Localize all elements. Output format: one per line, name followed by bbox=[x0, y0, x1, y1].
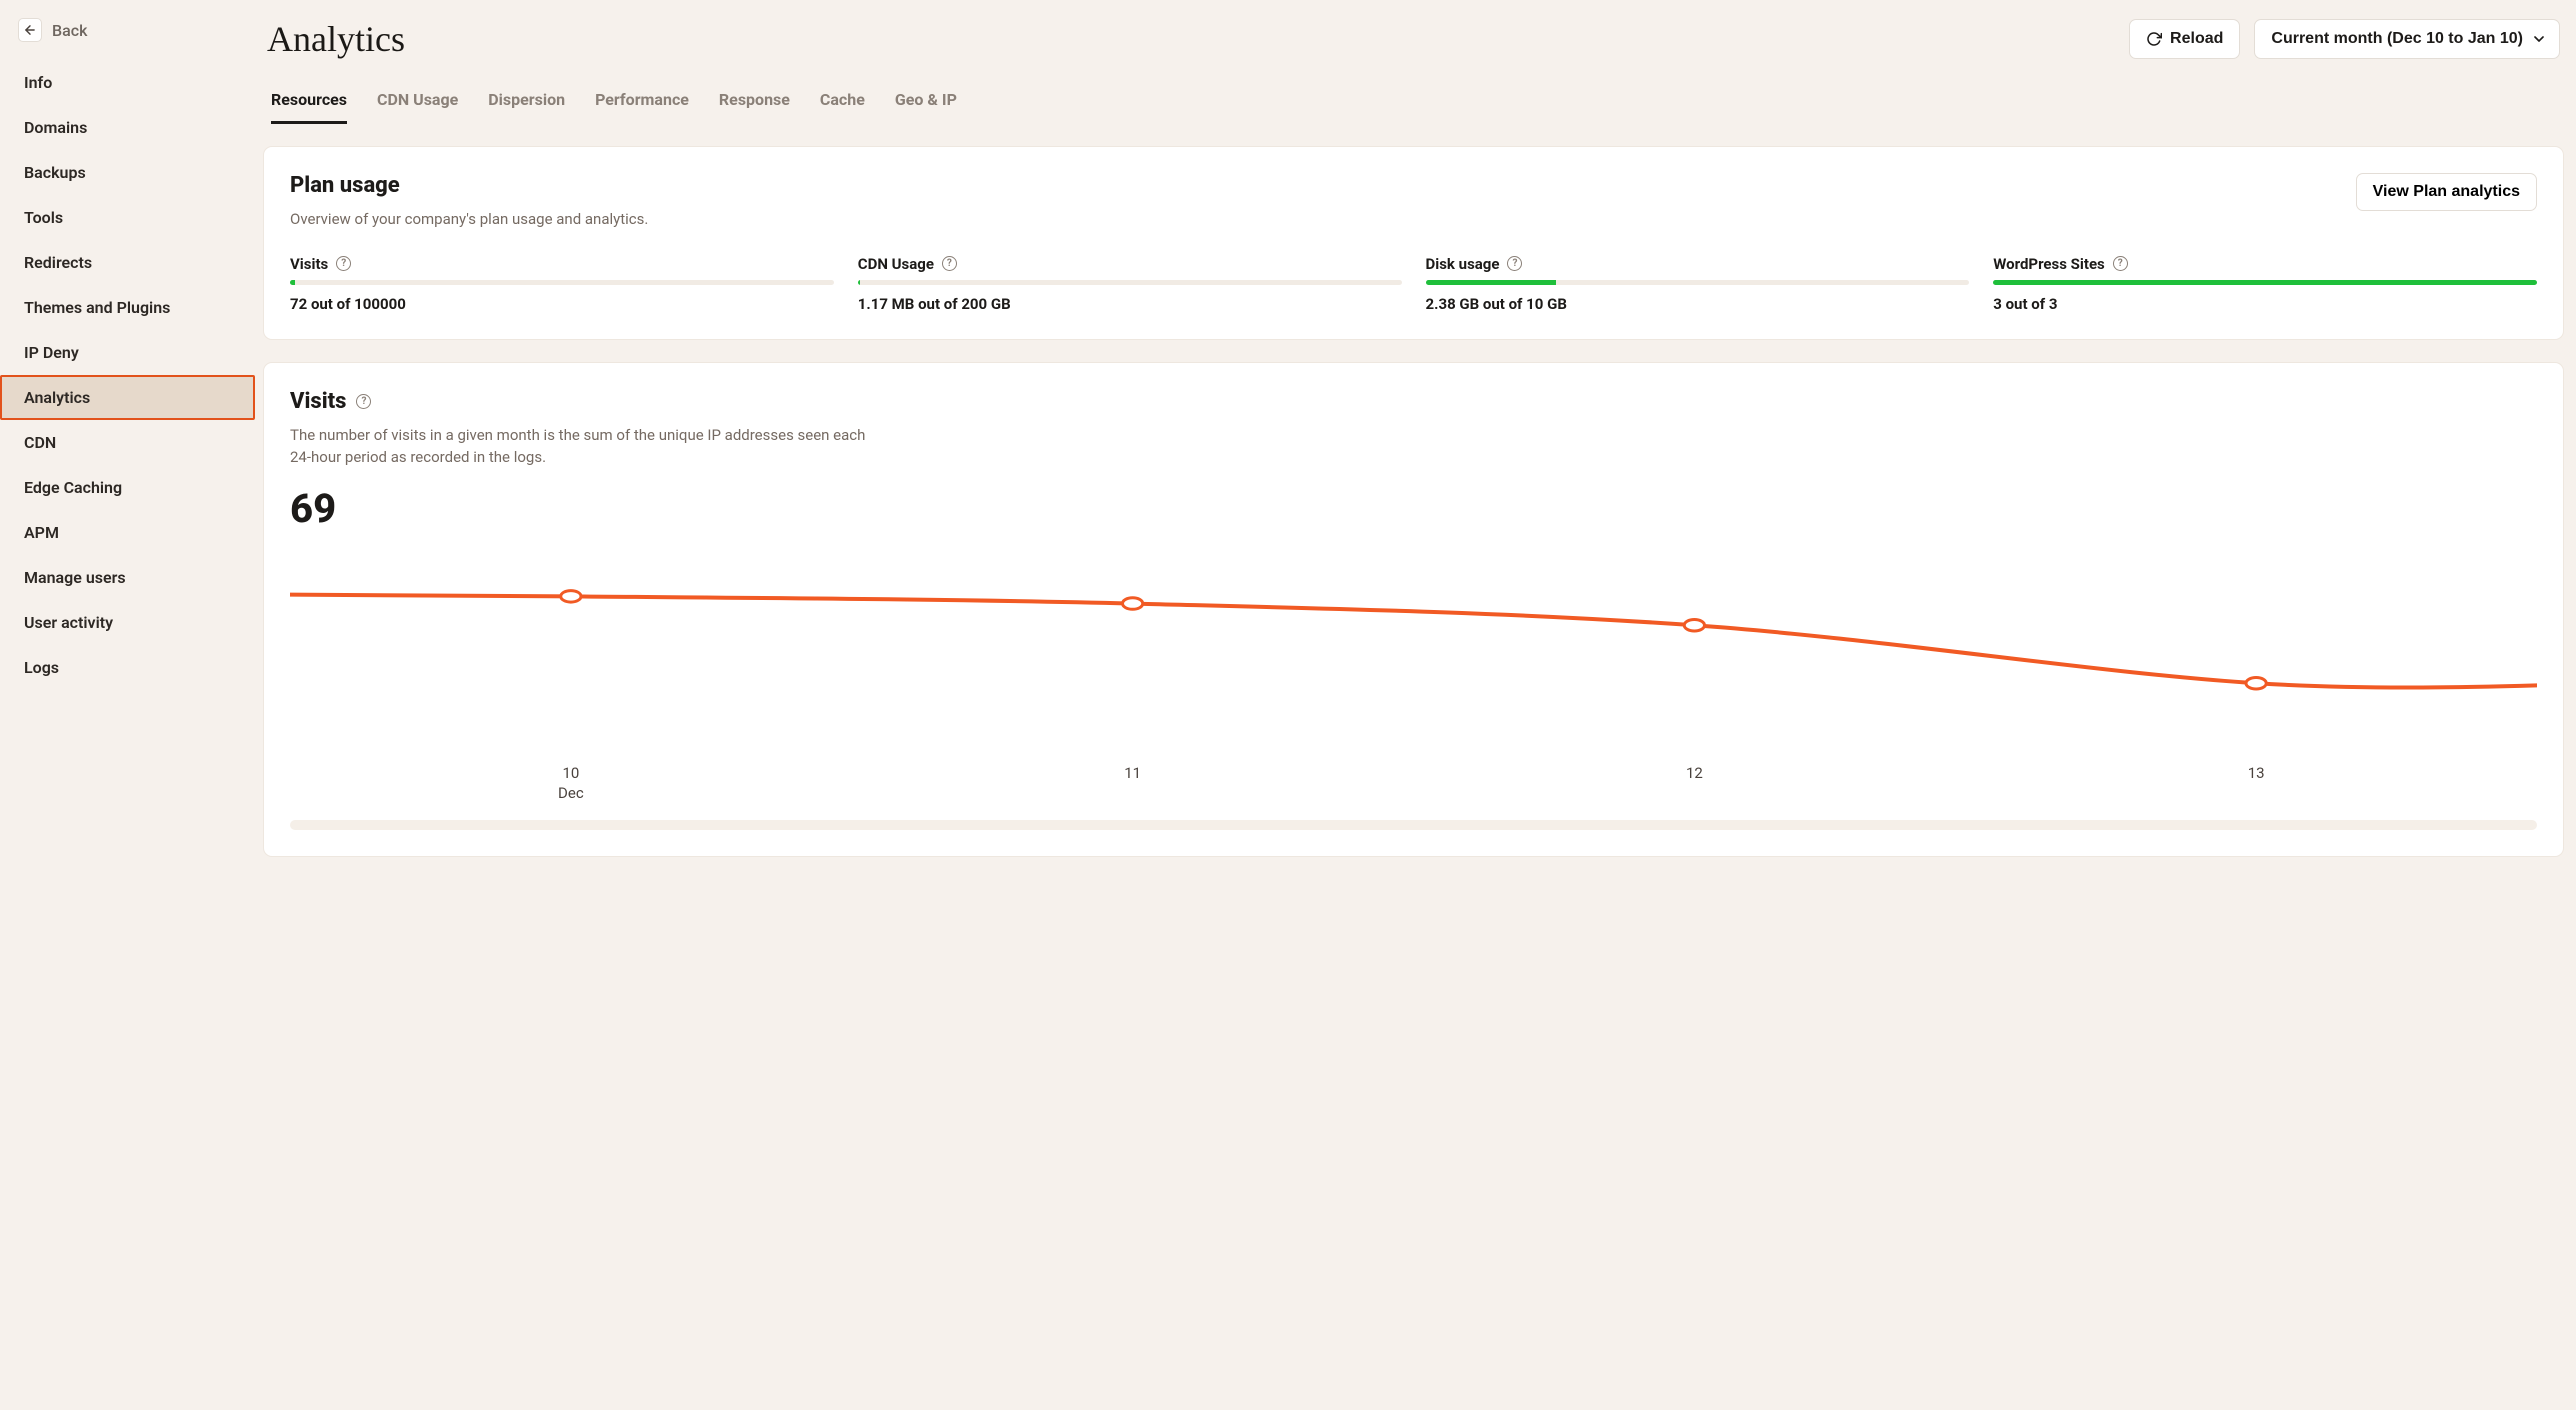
sidebar-item-info[interactable]: Info bbox=[0, 60, 255, 105]
metric-value: 3 out of 3 bbox=[1993, 295, 2537, 313]
main: Analytics Reload Current month (Dec 10 t… bbox=[255, 0, 2576, 1410]
axis-tick: 11 bbox=[852, 764, 1414, 802]
metric-visits: Visits? 72 out of 100000 bbox=[290, 255, 834, 313]
metric-label: WordPress Sites bbox=[1993, 255, 2105, 273]
plan-usage-card: Plan usage Overview of your company's pl… bbox=[263, 146, 2564, 340]
metric-bar bbox=[290, 280, 834, 285]
sidebar-item-domains[interactable]: Domains bbox=[0, 105, 255, 150]
sidebar-item-logs[interactable]: Logs bbox=[0, 645, 255, 690]
plan-usage-subtitle: Overview of your company's plan usage an… bbox=[290, 208, 648, 231]
tab-performance[interactable]: Performance bbox=[595, 90, 689, 124]
period-label: Current month (Dec 10 to Jan 10) bbox=[2271, 30, 2523, 48]
metric-label: CDN Usage bbox=[858, 255, 934, 273]
tab-response[interactable]: Response bbox=[719, 90, 790, 124]
sidebar-item-redirects[interactable]: Redirects bbox=[0, 240, 255, 285]
sidebar-item-edge-caching[interactable]: Edge Caching bbox=[0, 465, 255, 510]
visits-total: 69 bbox=[290, 485, 2537, 532]
axis-tick: 10Dec bbox=[290, 764, 852, 802]
tab-cdn-usage[interactable]: CDN Usage bbox=[377, 90, 458, 124]
back-label: Back bbox=[52, 21, 87, 40]
metric-value: 2.38 GB out of 10 GB bbox=[1426, 295, 1970, 313]
metric-bar bbox=[858, 280, 1402, 285]
nav-list: InfoDomainsBackupsToolsRedirectsThemes a… bbox=[0, 60, 255, 690]
metric-cdn-usage: CDN Usage? 1.17 MB out of 200 GB bbox=[858, 255, 1402, 313]
reload-label: Reload bbox=[2170, 30, 2223, 48]
help-icon[interactable]: ? bbox=[356, 394, 371, 409]
chart-axis: 10Dec111213 bbox=[290, 764, 2537, 802]
metric-bar bbox=[1426, 280, 1970, 285]
metric-label: Visits bbox=[290, 255, 328, 273]
help-icon[interactable]: ? bbox=[1507, 256, 1522, 271]
help-icon[interactable]: ? bbox=[336, 256, 351, 271]
metrics-row: Visits? 72 out of 100000 CDN Usage? 1.17 MB… bbox=[290, 255, 2537, 313]
visits-chart: 10Dec111213 bbox=[290, 532, 2537, 802]
chevron-down-icon bbox=[2531, 31, 2547, 47]
plan-usage-title: Plan usage bbox=[290, 173, 648, 198]
tabs: Resources CDN Usage Dispersion Performance R… bbox=[263, 68, 2564, 124]
tab-geo-ip[interactable]: Geo & IP bbox=[895, 90, 957, 124]
sidebar-item-cdn[interactable]: CDN bbox=[0, 420, 255, 465]
axis-tick: 13 bbox=[1975, 764, 2537, 802]
metric-disk-usage: Disk usage? 2.38 GB out of 10 GB bbox=[1426, 255, 1970, 313]
page-title: Analytics bbox=[267, 18, 405, 60]
chart-scroll-track[interactable] bbox=[290, 820, 2537, 830]
visits-title: Visits bbox=[290, 389, 346, 414]
axis-tick: 12 bbox=[1414, 764, 1976, 802]
help-icon[interactable]: ? bbox=[942, 256, 957, 271]
period-dropdown[interactable]: Current month (Dec 10 to Jan 10) bbox=[2254, 19, 2560, 59]
help-icon[interactable]: ? bbox=[2113, 256, 2128, 271]
sidebar-item-manage-users[interactable]: Manage users bbox=[0, 555, 255, 600]
sidebar-item-tools[interactable]: Tools bbox=[0, 195, 255, 240]
arrow-left-icon bbox=[23, 23, 37, 37]
sidebar: Back InfoDomainsBackupsToolsRedirectsThe… bbox=[0, 0, 255, 1410]
tab-resources[interactable]: Resources bbox=[271, 90, 347, 124]
visits-subtitle: The number of visits in a given month is… bbox=[290, 424, 890, 469]
metric-value: 1.17 MB out of 200 GB bbox=[858, 295, 1402, 313]
metric-label: Disk usage bbox=[1426, 255, 1500, 273]
sidebar-item-user-activity[interactable]: User activity bbox=[0, 600, 255, 645]
back-button[interactable] bbox=[18, 18, 42, 42]
tab-cache[interactable]: Cache bbox=[820, 90, 865, 124]
sidebar-item-analytics[interactable]: Analytics bbox=[0, 375, 255, 420]
metric-wordpress-sites: WordPress Sites? 3 out of 3 bbox=[1993, 255, 2537, 313]
view-plan-analytics-button[interactable]: View Plan analytics bbox=[2356, 173, 2537, 211]
sidebar-item-ip-deny[interactable]: IP Deny bbox=[0, 330, 255, 375]
reload-icon bbox=[2146, 31, 2162, 47]
sidebar-item-backups[interactable]: Backups bbox=[0, 150, 255, 195]
reload-button[interactable]: Reload bbox=[2129, 19, 2240, 59]
sidebar-item-themes-and-plugins[interactable]: Themes and Plugins bbox=[0, 285, 255, 330]
tab-dispersion[interactable]: Dispersion bbox=[488, 90, 565, 124]
visits-card: Visits ? The number of visits in a given… bbox=[263, 362, 2564, 857]
metric-value: 72 out of 100000 bbox=[290, 295, 834, 313]
metric-bar bbox=[1993, 280, 2537, 285]
sidebar-item-apm[interactable]: APM bbox=[0, 510, 255, 555]
